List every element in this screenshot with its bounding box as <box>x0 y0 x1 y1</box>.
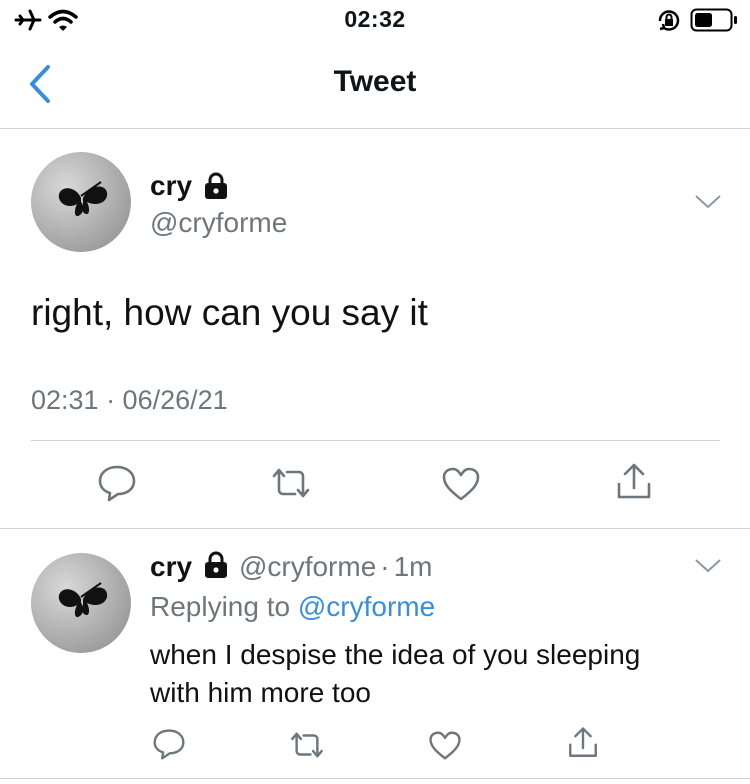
bottom-divider <box>0 778 750 779</box>
tweet-divider <box>0 528 750 529</box>
reply-share-button[interactable] <box>566 726 600 760</box>
tweet-timestamp[interactable]: 02:31 · 06/26/21 <box>31 385 228 416</box>
share-icon <box>617 463 651 499</box>
chevron-down-icon <box>695 559 721 573</box>
reply-more-options-button[interactable] <box>694 558 722 574</box>
share-icon <box>569 727 597 757</box>
tweet-author-name[interactable]: cry <box>150 170 192 202</box>
retweet-icon <box>291 732 323 758</box>
battery-icon <box>690 8 738 32</box>
butterfly-icon <box>58 582 108 618</box>
butterfly-icon <box>58 181 108 217</box>
reply-age: 1m <box>393 551 433 582</box>
replying-to-link[interactable]: @cryforme <box>298 591 435 622</box>
reply-author-name[interactable]: cry <box>150 551 192 582</box>
retweet-button[interactable] <box>269 466 313 500</box>
reply-text-line-2: with him more too <box>150 677 371 708</box>
reply-text-line-1: when I despise the idea of you sleeping <box>150 639 641 670</box>
reply-text: when I despise the idea of you sleeping … <box>150 636 640 712</box>
orientation-lock-icon <box>656 8 682 34</box>
reply-avatar[interactable] <box>31 553 131 653</box>
more-options-button[interactable] <box>694 194 722 210</box>
reply-reply-button[interactable] <box>152 728 186 760</box>
retweet-icon <box>272 468 310 498</box>
page-title: Tweet <box>333 65 417 98</box>
reply-header: cry @cryforme · 1m <box>150 551 433 583</box>
reply-author-handle[interactable]: @cryforme <box>239 551 376 582</box>
replying-to-prefix: Replying to <box>150 591 291 622</box>
reply-retweet-button[interactable] <box>288 730 326 760</box>
reply-separator: · <box>380 551 390 582</box>
like-icon <box>442 467 480 501</box>
share-button[interactable] <box>614 462 654 502</box>
reply-like-button[interactable] <box>428 730 462 761</box>
reply-icon <box>98 465 136 502</box>
lock-icon <box>203 172 229 200</box>
avatar[interactable] <box>31 152 131 252</box>
status-bar: 02:32 <box>0 0 750 40</box>
reply-icon <box>153 729 185 760</box>
tweet-text: right, how can you say it <box>31 292 428 333</box>
status-time: 02:32 <box>344 6 406 32</box>
nav-divider <box>0 128 750 129</box>
lock-icon <box>203 551 229 579</box>
replying-to: Replying to @cryforme <box>150 591 435 623</box>
tweet-author-handle[interactable]: @cryforme <box>150 207 287 239</box>
author-name[interactable]: cry <box>150 170 192 201</box>
like-icon <box>429 731 461 760</box>
like-button[interactable] <box>441 466 481 502</box>
chevron-down-icon <box>695 195 721 209</box>
meta-divider <box>31 440 720 441</box>
reply-button[interactable] <box>97 464 137 502</box>
